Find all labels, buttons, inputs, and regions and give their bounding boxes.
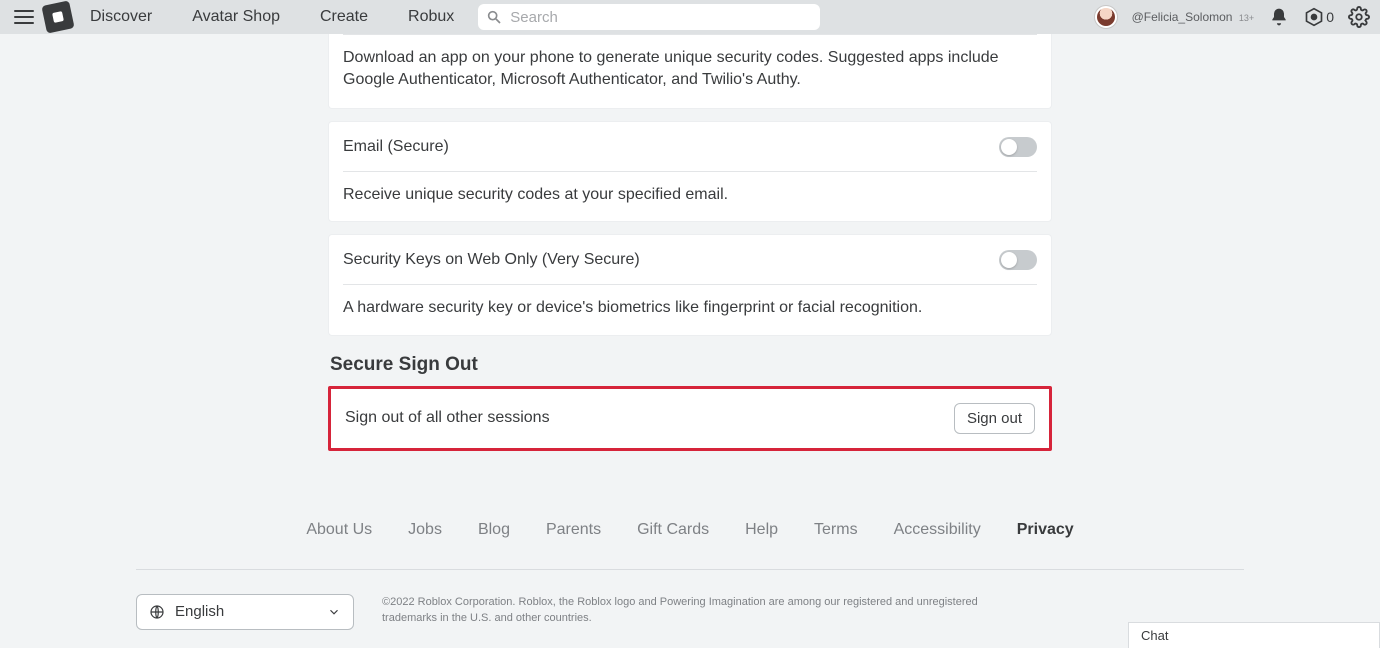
search-icon	[486, 9, 502, 25]
email-title: Email (Secure)	[343, 138, 449, 156]
footer-bottom: English ©2022 Roblox Corporation. Roblox…	[136, 570, 1244, 630]
footer-blog[interactable]: Blog	[478, 521, 510, 539]
footer-privacy[interactable]: Privacy	[1017, 521, 1074, 539]
security-keys-card: Security Keys on Web Only (Very Secure) …	[328, 234, 1052, 335]
authenticator-desc: Download an app on your phone to generat…	[343, 47, 1037, 92]
globe-icon	[149, 604, 165, 620]
secure-signout-heading: Secure Sign Out	[330, 354, 1052, 376]
nav-create[interactable]: Create	[320, 8, 368, 26]
security-keys-title: Security Keys on Web Only (Very Secure)	[343, 251, 640, 269]
logo[interactable]	[41, 0, 74, 33]
email-desc: Receive unique security codes at your sp…	[343, 184, 1037, 206]
email-card: Email (Secure) Receive unique security c…	[328, 121, 1052, 222]
page-body: Authenticator App (Very Secure) Download…	[0, 0, 1380, 630]
language-selector[interactable]: English	[136, 594, 354, 630]
signout-button[interactable]: Sign out	[954, 403, 1035, 434]
signout-card: Sign out of all other sessions Sign out	[328, 386, 1052, 451]
robux-count: 0	[1326, 9, 1334, 25]
chat-label: Chat	[1141, 628, 1168, 643]
notifications-icon[interactable]	[1268, 6, 1290, 28]
nav-avatar-shop[interactable]: Avatar Shop	[192, 8, 280, 26]
search-wrap	[478, 4, 820, 30]
footer-parents[interactable]: Parents	[546, 521, 601, 539]
age-badge: 13+	[1239, 13, 1254, 23]
nav-right: @Felicia_Solomon 13+ 0	[1094, 5, 1370, 29]
email-toggle[interactable]	[999, 137, 1037, 157]
signout-label: Sign out of all other sessions	[345, 409, 550, 427]
security-keys-toggle[interactable]	[999, 250, 1037, 270]
copyright: ©2022 Roblox Corporation. Roblox, the Ro…	[382, 594, 1022, 627]
security-keys-desc: A hardware security key or device's biom…	[343, 297, 1037, 319]
footer-jobs[interactable]: Jobs	[408, 521, 442, 539]
footer-gift-cards[interactable]: Gift Cards	[637, 521, 709, 539]
settings-column: Authenticator App (Very Secure) Download…	[328, 0, 1052, 451]
nav-robux[interactable]: Robux	[408, 8, 454, 26]
settings-icon[interactable]	[1348, 6, 1370, 28]
footer-accessibility[interactable]: Accessibility	[894, 521, 981, 539]
language-label: English	[175, 603, 224, 620]
footer-terms[interactable]: Terms	[814, 521, 858, 539]
username-text: @Felicia_Solomon	[1132, 10, 1233, 24]
footer-about[interactable]: About Us	[306, 521, 372, 539]
footer-help[interactable]: Help	[745, 521, 778, 539]
avatar[interactable]	[1094, 5, 1118, 29]
search-input[interactable]	[478, 4, 820, 30]
robux-balance[interactable]: 0	[1304, 7, 1334, 27]
nav-links: Discover Avatar Shop Create Robux	[90, 8, 454, 26]
menu-icon[interactable]	[10, 3, 38, 31]
chevron-down-icon	[327, 605, 341, 619]
top-nav: Discover Avatar Shop Create Robux @Felic…	[0, 0, 1380, 34]
nav-discover[interactable]: Discover	[90, 8, 152, 26]
footer: About Us Jobs Blog Parents Gift Cards He…	[136, 521, 1244, 630]
username-label[interactable]: @Felicia_Solomon 13+	[1132, 8, 1255, 26]
footer-links: About Us Jobs Blog Parents Gift Cards He…	[136, 521, 1244, 569]
chat-bar[interactable]: Chat	[1128, 622, 1380, 648]
